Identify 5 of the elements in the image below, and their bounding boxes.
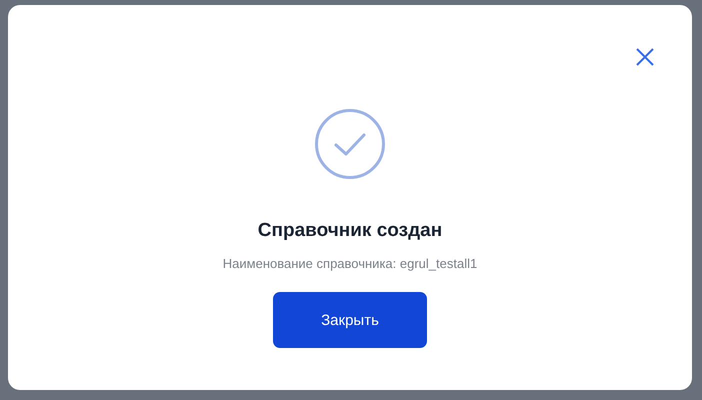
dialog-title: Справочник создан <box>258 220 442 242</box>
checkmark-circle-icon <box>314 108 386 180</box>
close-button[interactable]: Закрыть <box>273 292 427 348</box>
dialog-message: Наименование справочника: egrul_testall1 <box>222 256 478 271</box>
close-icon[interactable] <box>636 48 654 66</box>
